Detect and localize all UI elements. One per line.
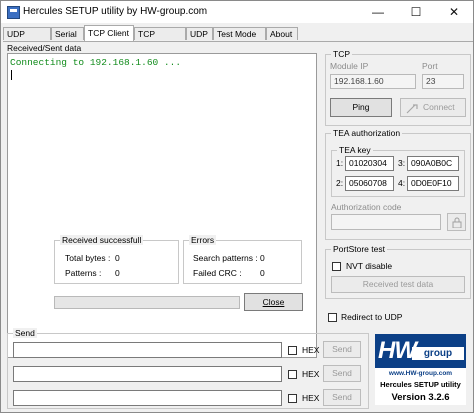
hex-label-3: HEX (302, 393, 320, 403)
tab-about[interactable]: About (266, 27, 298, 40)
total-bytes-value: 0 (115, 253, 120, 263)
hex-label-2: HEX (302, 369, 320, 379)
redirect-to-udp-label: Redirect to UDP (341, 312, 403, 322)
total-bytes-label: Total bytes : (65, 253, 111, 263)
portstore-test-group: PortStore test NVT disable Received test… (325, 244, 471, 299)
tea-key-group: TEA key 1: 01020304 3: 090A0B0C 2: 05060… (331, 145, 465, 197)
tab-tcp-client[interactable]: TCP Client (84, 25, 134, 41)
hex-checkbox-3[interactable] (288, 394, 297, 403)
authorization-code-label: Authorization code (331, 202, 402, 212)
portstore-test-title: PortStore test (331, 244, 387, 254)
send-input-3[interactable] (13, 390, 282, 406)
received-data-area[interactable]: Connecting to 192.168.1.60 ... (7, 53, 317, 358)
received-sent-label: Received/Sent data (7, 43, 82, 53)
maximize-button[interactable]: ☐ (397, 1, 435, 23)
send-group: Send HEX Send HEX Send HEX Send (7, 328, 369, 409)
nvt-disable-checkbox[interactable] (332, 262, 341, 271)
port-label: Port (422, 61, 438, 71)
logo-url: www.HW-group.com (388, 370, 453, 377)
key-1-field[interactable]: 01020304 (345, 156, 394, 171)
key-2-field[interactable]: 05060708 (345, 176, 394, 191)
window-title: Hercules SETUP utility by HW-group.com (23, 6, 208, 17)
logo-band: HW group (375, 334, 466, 368)
search-patterns-value: 0 (260, 253, 265, 263)
app-icon (7, 6, 20, 19)
port-field[interactable]: 23 (422, 74, 464, 89)
errors-group: Errors Search patterns : 0 Failed CRC : … (183, 235, 302, 284)
send-button-1[interactable]: Send (323, 341, 361, 358)
progress-bar (54, 296, 240, 309)
app-window: Hercules SETUP utility by HW-group.com —… (0, 0, 474, 413)
module-ip-label: Module IP (330, 61, 369, 71)
close-window-button[interactable]: ✕ (435, 1, 473, 23)
tea-key-title: TEA key (337, 145, 373, 155)
tcp-title: TCP (331, 49, 352, 59)
minimize-button[interactable]: — (359, 1, 397, 23)
patterns-value: 0 (115, 268, 120, 278)
tea-authorization-group: TEA authorization TEA key 1: 01020304 3:… (325, 128, 471, 240)
tea-authorization-title: TEA authorization (331, 128, 403, 138)
send-input-2[interactable] (13, 366, 282, 382)
send-button-3[interactable]: Send (323, 389, 361, 406)
send-input-1[interactable] (13, 342, 282, 358)
tcp-group: TCP Module IP Port 192.168.1.60 23 Ping … (325, 49, 471, 126)
hex-label-1: HEX (302, 345, 320, 355)
text-caret (11, 70, 12, 80)
hex-checkbox-2[interactable] (288, 370, 297, 379)
hex-checkbox-1[interactable] (288, 346, 297, 355)
connect-label: Connect (423, 102, 455, 112)
received-test-data-button[interactable]: Received test data (331, 276, 465, 293)
tab-serial[interactable]: Serial (51, 27, 84, 40)
received-data-text: Connecting to 192.168.1.60 ... (10, 57, 182, 68)
connect-icon (406, 103, 418, 114)
key-2-index: 2: (336, 178, 344, 188)
tab-bar: UDP Setup Serial TCP Client TCP Server U… (3, 25, 471, 52)
nvt-disable-label: NVT disable (346, 261, 393, 271)
received-successfull-title: Received successfull (60, 235, 144, 245)
tab-test-mode[interactable]: Test Mode (213, 27, 266, 40)
logo-hw-text: HW (378, 337, 417, 364)
received-successfull-group: Received successfull Total bytes : 0 Pat… (54, 235, 179, 284)
title-bar: Hercules SETUP utility by HW-group.com —… (1, 1, 473, 23)
module-ip-field[interactable]: 192.168.1.60 (330, 74, 416, 89)
failed-crc-value: 0 (260, 268, 265, 278)
hw-group-logo: HW group www.HW-group.com Hercules SETUP… (375, 334, 466, 405)
tab-tcp-server[interactable]: TCP Server (134, 27, 186, 52)
close-button[interactable]: Close (244, 293, 303, 311)
tab-udp[interactable]: UDP (186, 27, 213, 40)
lock-icon (452, 217, 462, 230)
logo-version: Version 3.2.6 (391, 392, 450, 403)
lock-button[interactable] (447, 213, 466, 231)
key-3-index: 3: (398, 158, 406, 168)
logo-group-text: group (412, 347, 464, 360)
redirect-to-udp-checkbox[interactable] (328, 313, 337, 322)
key-4-field[interactable]: 0D0E0F10 (407, 176, 459, 191)
key-1-index: 1: (336, 158, 344, 168)
errors-title: Errors (189, 235, 217, 245)
patterns-label: Patterns : (65, 268, 102, 278)
search-patterns-label: Search patterns : (193, 253, 258, 263)
send-title: Send (13, 328, 37, 338)
key-4-index: 4: (398, 178, 406, 188)
tab-udp-setup[interactable]: UDP Setup (3, 27, 51, 52)
send-button-2[interactable]: Send (323, 365, 361, 382)
failed-crc-label: Failed CRC : (193, 268, 242, 278)
connect-button[interactable]: Connect (400, 98, 466, 117)
ping-button[interactable]: Ping (330, 98, 392, 117)
key-3-field[interactable]: 090A0B0C (407, 156, 459, 171)
logo-product-name: Hercules SETUP utility (380, 380, 461, 389)
authorization-code-field[interactable] (331, 214, 441, 230)
